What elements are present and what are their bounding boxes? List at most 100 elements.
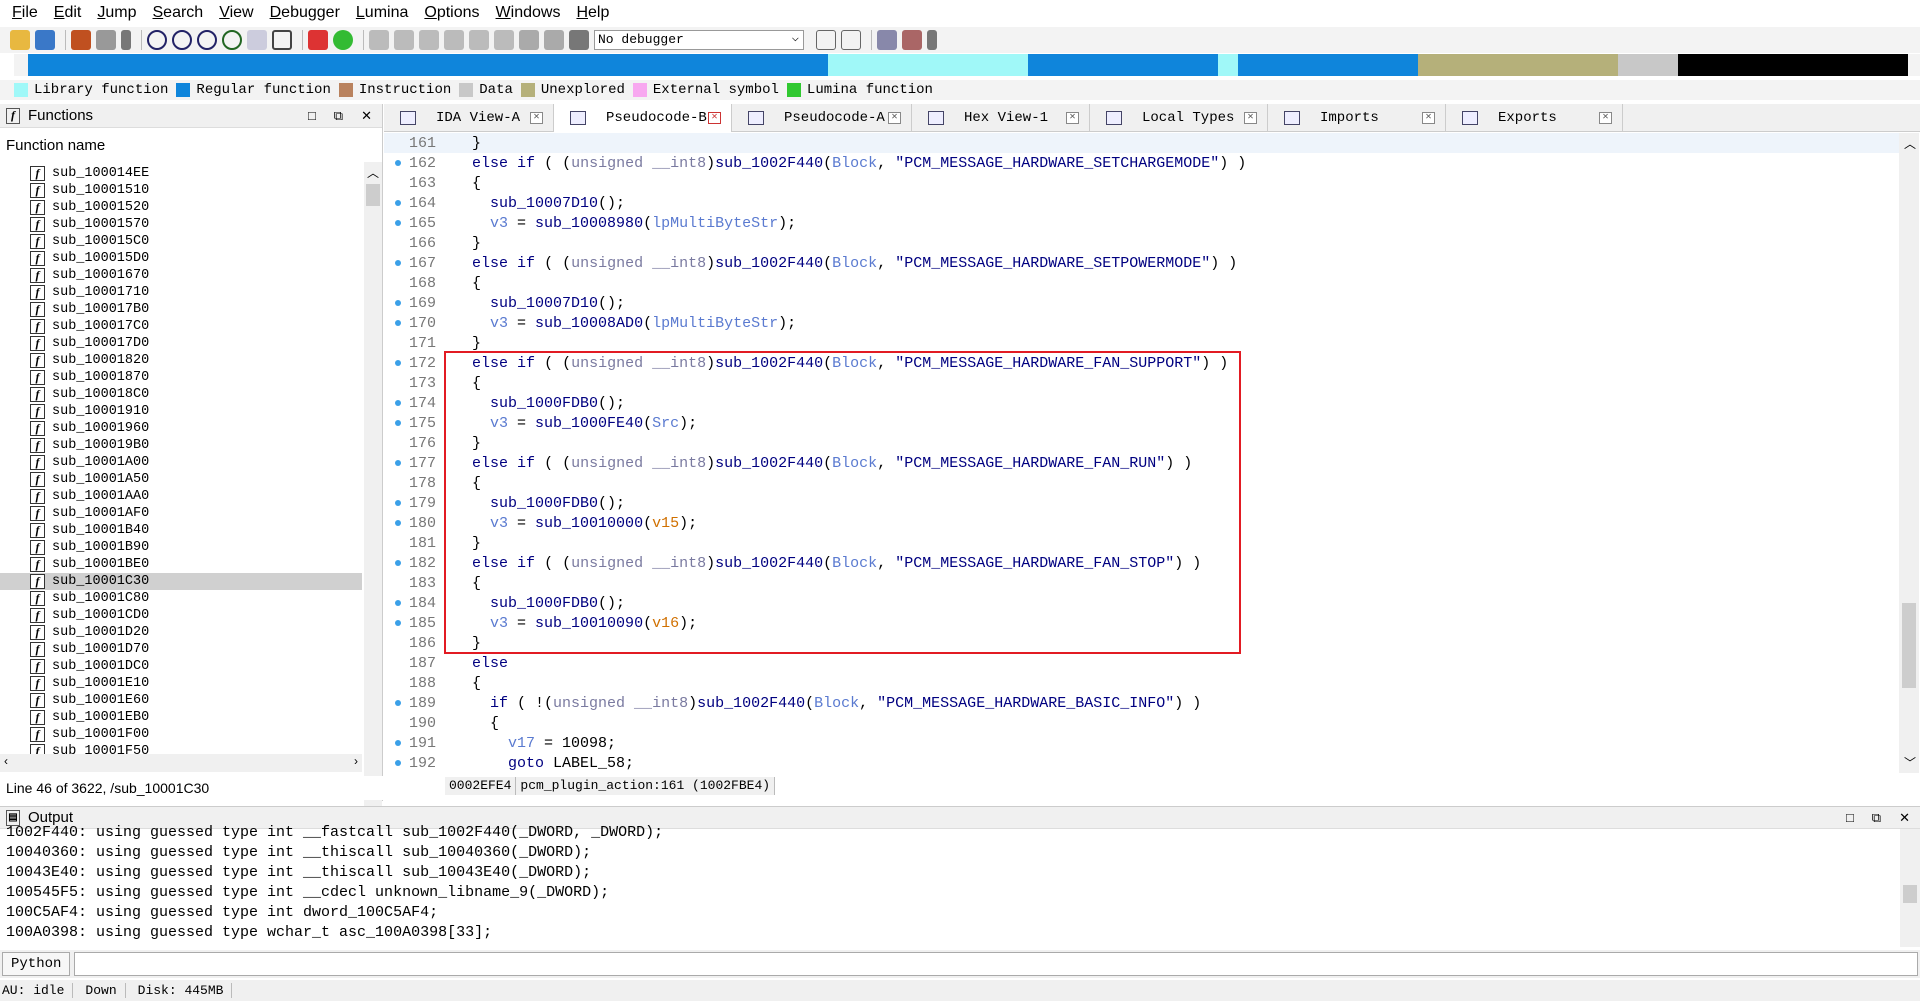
output-scrollbar[interactable] [1900,829,1920,947]
code-scrollbar[interactable]: ︿ ﹀ [1899,133,1919,773]
menu-file[interactable]: File [4,4,46,22]
function-list-item[interactable]: f sub_10001D20 [0,624,362,641]
tab-imports[interactable]: Imports ✕ [1268,104,1446,132]
code-line[interactable]: 166 } [384,233,1899,253]
menu-jump[interactable]: Jump [89,4,144,22]
scrollbar-thumb[interactable] [366,184,380,206]
close-tab-icon[interactable]: ✕ [708,112,721,124]
scrollbar-thumb[interactable] [1902,603,1916,688]
debugger-select[interactable]: No debugger [594,29,804,50]
breakpoint-dot[interactable] [395,500,401,506]
function-list-hscrollbar[interactable]: ‹ › [0,754,362,772]
breakpoint-dot[interactable] [395,600,401,606]
breakpoint-dot[interactable] [395,520,401,526]
back-icon[interactable] [71,30,91,50]
function-list-item[interactable]: f sub_10001820 [0,352,362,369]
hex-icon[interactable] [222,30,242,50]
breakpoint-dot[interactable] [395,220,401,226]
struct-icon[interactable] [394,30,414,50]
menu-view[interactable]: View [211,4,261,22]
code-line[interactable]: 187 else [384,653,1899,673]
close-tab-icon[interactable]: ✕ [1066,112,1079,124]
navigation-band[interactable] [14,54,1920,76]
close-tab-icon[interactable]: ✕ [1244,112,1257,124]
menu-edit[interactable]: Edit [46,4,90,22]
code-line[interactable]: 190 { [384,713,1899,733]
scroll-down-icon[interactable]: ﹀ [1904,754,1916,771]
breakpoint-dot[interactable] [395,200,401,206]
function-list-item[interactable]: f sub_10001710 [0,284,362,301]
breakpoint-dot[interactable] [395,760,401,766]
tab-local-types[interactable]: Local Types ✕ [1090,104,1268,132]
function-list-item[interactable]: f sub_10001D70 [0,641,362,658]
function-list-item[interactable]: f sub_100015D0 [0,250,362,267]
function-list-scrollbar[interactable]: ︿ ﹀ [364,162,382,807]
function-list-item[interactable]: f sub_10001670 [0,267,362,284]
code-line[interactable]: 188 { [384,673,1899,693]
code-line[interactable]: 169 sub_10007D10(); [384,293,1899,313]
function-list-item[interactable]: f sub_10001510 [0,182,362,199]
code-line[interactable]: 191 v17 = 10098; [384,733,1899,753]
save-icon[interactable] [35,30,55,50]
function-list-item[interactable]: f sub_100019B0 [0,437,362,454]
function-list-item[interactable]: f sub_100017B0 [0,301,362,318]
code-line[interactable]: 161 } [384,133,1899,153]
column-header-function-name[interactable]: Function name [0,128,382,154]
function-list-item[interactable]: f sub_10001A50 [0,471,362,488]
menu-windows[interactable]: Windows [488,4,569,22]
lumina-icon[interactable] [333,30,353,50]
function-list-item[interactable]: f sub_10001DC0 [0,658,362,675]
breakpoint-dot[interactable] [395,700,401,706]
segment-icon[interactable] [369,30,389,50]
function-list-item[interactable]: f sub_100017D0 [0,335,362,352]
data-icon[interactable] [197,30,217,50]
menu-icon[interactable] [927,30,937,50]
code-icon[interactable] [172,30,192,50]
function-list-item[interactable]: f sub_10001CD0 [0,607,362,624]
enum-icon[interactable] [419,30,439,50]
breakpoint-dot[interactable] [395,560,401,566]
function-list-item[interactable]: f sub_10001870 [0,369,362,386]
function-list-item[interactable]: f sub_10001C30 [0,573,362,590]
tab-ida-view-a[interactable]: IDA View-A ✕ [384,104,554,132]
dropdown-icon[interactable] [121,30,131,50]
breakpoint-dot[interactable] [395,400,401,406]
function-list-item[interactable]: f sub_10001E60 [0,692,362,709]
function-list-item[interactable]: f sub_10001E10 [0,675,362,692]
menu-lumina[interactable]: Lumina [348,4,416,22]
code-line[interactable]: 164 sub_10007D10(); [384,193,1899,213]
python-command-input[interactable] [74,952,1918,976]
function-list-item[interactable]: f sub_100017C0 [0,318,362,335]
breakpoint-icon[interactable] [308,30,328,50]
function-list-item[interactable]: f sub_10001B40 [0,522,362,539]
breakpoint-dot[interactable] [395,360,401,366]
code-line[interactable]: 167 else if ( (unsigned __int8)sub_1002F… [384,253,1899,273]
menu-search[interactable]: Search [145,4,212,22]
menu-help[interactable]: Help [568,4,617,22]
nav-left-arrow[interactable] [14,54,28,76]
close-tab-icon[interactable]: ✕ [1599,112,1612,124]
code-line[interactable]: 171 } [384,333,1899,353]
text-icon[interactable] [272,30,292,50]
code-line[interactable]: 189 if ( !(unsigned __int8)sub_1002F440(… [384,693,1899,713]
menu-debugger[interactable]: Debugger [262,4,348,22]
stop-icon[interactable] [569,30,589,50]
function-list-item[interactable]: f sub_10001AF0 [0,505,362,522]
forward-icon[interactable] [96,30,116,50]
close-tab-icon[interactable]: ✕ [1422,112,1435,124]
clear-list-icon[interactable] [902,30,922,50]
code-line[interactable]: 165 v3 = sub_10008980(lpMultiByteStr); [384,213,1899,233]
breakpoint-dot[interactable] [395,160,401,166]
list-icon[interactable] [877,30,897,50]
breakpoint-dot[interactable] [395,460,401,466]
scroll-up-icon[interactable]: ︿ [367,164,379,181]
restore-icon[interactable]: ⧉ [334,108,343,124]
function-list-item[interactable]: f sub_10001520 [0,199,362,216]
function-list-item[interactable]: f sub_10001C80 [0,590,362,607]
menu-options[interactable]: Options [416,4,487,22]
output-log[interactable]: 1002F440: using guessed type int __fastc… [0,823,1920,939]
function-list-item[interactable]: f sub_10001A00 [0,454,362,471]
code-line[interactable]: 170 v3 = sub_10008AD0(lpMultiByteStr); [384,313,1899,333]
python-button[interactable]: Python [2,952,71,976]
pause-icon[interactable] [544,30,564,50]
